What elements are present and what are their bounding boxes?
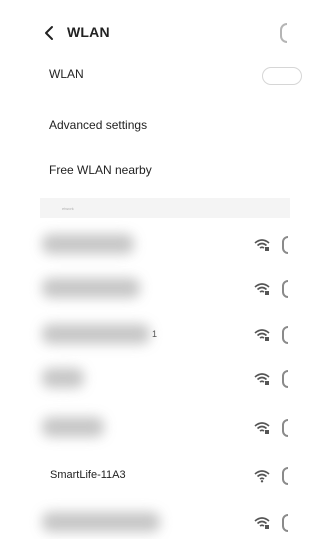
network-name-redacted [42,417,104,437]
back-arrow-icon[interactable] [42,24,56,42]
network-list-item[interactable] [0,502,288,539]
network-name-redacted [42,368,84,388]
network-detail-icon[interactable] [282,236,288,254]
network-detail-icon[interactable] [282,370,288,388]
network-list-item[interactable] [0,268,288,312]
network-detail-icon[interactable] [282,467,288,485]
network-detail-icon[interactable] [282,326,288,344]
network-name-redacted [42,512,160,532]
wifi-open-icon [254,470,270,483]
help-icon[interactable] [280,23,287,43]
network-detail-icon[interactable] [282,514,288,532]
advanced-settings-row[interactable]: Advanced settings [0,109,286,143]
advanced-settings-label: Advanced settings [49,118,148,132]
network-name-redacted [42,324,150,344]
network-list-item-smartlife[interactable]: SmartLife-11A3 [0,455,288,499]
network-list-item[interactable]: 1 [0,314,288,358]
wlan-settings-screen: WLAN WLAN Advanced settings Free WLAN ne… [0,0,302,539]
network-name-suffix: 1 [152,329,158,339]
wlan-label: WLAN [49,67,84,81]
section-header: etwork [62,206,74,211]
network-detail-icon[interactable] [282,419,288,437]
wifi-secured-icon [254,373,270,385]
network-list-item[interactable] [0,224,288,268]
wlan-toggle-switch[interactable] [262,67,302,85]
network-detail-icon[interactable] [282,280,288,298]
free-wlan-nearby-label: Free WLAN nearby [49,163,152,177]
app-header: WLAN [0,18,287,48]
network-list-item[interactable] [0,407,288,451]
network-name-redacted [42,278,140,298]
free-wlan-nearby-row[interactable]: Free WLAN nearby [0,154,286,188]
wifi-secured-icon [254,517,270,529]
wifi-secured-icon [254,283,270,295]
wifi-secured-icon [254,239,270,251]
wifi-secured-icon [254,329,270,341]
page-title: WLAN [67,24,110,40]
network-name: SmartLife-11A3 [50,469,126,481]
wlan-toggle-row[interactable]: WLAN [0,58,302,92]
network-name-redacted [42,234,134,254]
network-list-item[interactable] [0,358,288,402]
section-divider [40,198,290,218]
wifi-secured-icon [254,422,270,434]
